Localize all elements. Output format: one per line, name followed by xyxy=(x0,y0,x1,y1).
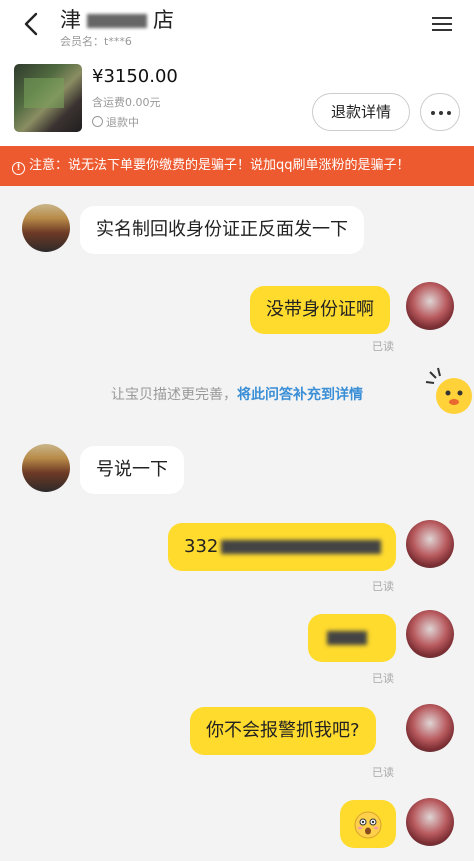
shipping-fee: 含运费0.00元 xyxy=(92,96,161,109)
shop-name: 津店 xyxy=(60,4,174,34)
order-card[interactable]: ¥3150.00 含运费0.00元 退款中 退款详情 xyxy=(0,56,474,146)
seller-avatar[interactable] xyxy=(22,204,70,252)
product-thumbnail[interactable] xyxy=(14,64,82,132)
message-bubble: 332 xyxy=(168,523,396,571)
shop-name-suffix: 店 xyxy=(153,8,174,32)
back-arrow-icon[interactable] xyxy=(18,8,46,40)
system-notice-text: 让宝贝描述更完善， xyxy=(111,387,237,403)
member-name: 会员名：t***6 xyxy=(60,35,132,48)
emoji-message-bubble xyxy=(340,800,396,848)
add-qa-to-details-link[interactable]: 将此问答补充到详情 xyxy=(237,387,363,403)
read-status: 已读 xyxy=(372,580,394,593)
refund-status: 退款中 xyxy=(92,114,139,130)
message-bubble: 号说一下 xyxy=(80,446,184,494)
ellipsis-icon xyxy=(431,111,451,115)
more-menu-icon[interactable] xyxy=(428,12,456,36)
message-bubble: 没带身份证啊 xyxy=(250,286,390,334)
order-more-button[interactable] xyxy=(420,93,460,131)
user-avatar[interactable] xyxy=(406,520,454,568)
seller-avatar[interactable] xyxy=(22,444,70,492)
mascot-icon[interactable] xyxy=(424,366,474,416)
refund-status-text: 退款中 xyxy=(106,116,139,129)
warning-text: 注意：说无法下单要你缴费的是骗子！说加qq刷单涨粉的是骗子！ xyxy=(29,158,410,173)
refund-details-button[interactable]: 退款详情 xyxy=(312,93,410,131)
redacted-shop-name xyxy=(87,14,147,28)
read-status: 已读 xyxy=(372,340,394,353)
warning-icon: ! xyxy=(12,162,25,175)
user-avatar[interactable] xyxy=(406,610,454,658)
message-bubble: 实名制回收身份证正反面发一下 xyxy=(80,206,364,254)
user-avatar[interactable] xyxy=(406,282,454,330)
message-bubble xyxy=(308,614,396,662)
user-avatar[interactable] xyxy=(406,798,454,846)
message-bubble: 你不会报警抓我吧? xyxy=(190,707,376,755)
read-status: 已读 xyxy=(372,672,394,685)
scam-warning-banner: ! 注意：说无法下单要你缴费的是骗子！说加qq刷单涨粉的是骗子！ xyxy=(0,146,474,186)
read-status: 已读 xyxy=(372,766,394,779)
surprised-emoji-icon xyxy=(354,811,382,839)
system-notice: 让宝贝描述更完善，将此问答补充到详情 xyxy=(0,384,474,404)
order-price: ¥3150.00 xyxy=(92,66,178,87)
clock-icon xyxy=(92,116,103,127)
shop-name-prefix: 津 xyxy=(60,8,81,32)
redacted-text xyxy=(327,631,367,645)
chat-header: 津店 会员名：t***6 xyxy=(0,0,474,56)
message-text: 332 xyxy=(184,536,219,557)
redacted-number xyxy=(221,540,382,554)
user-avatar[interactable] xyxy=(406,704,454,752)
